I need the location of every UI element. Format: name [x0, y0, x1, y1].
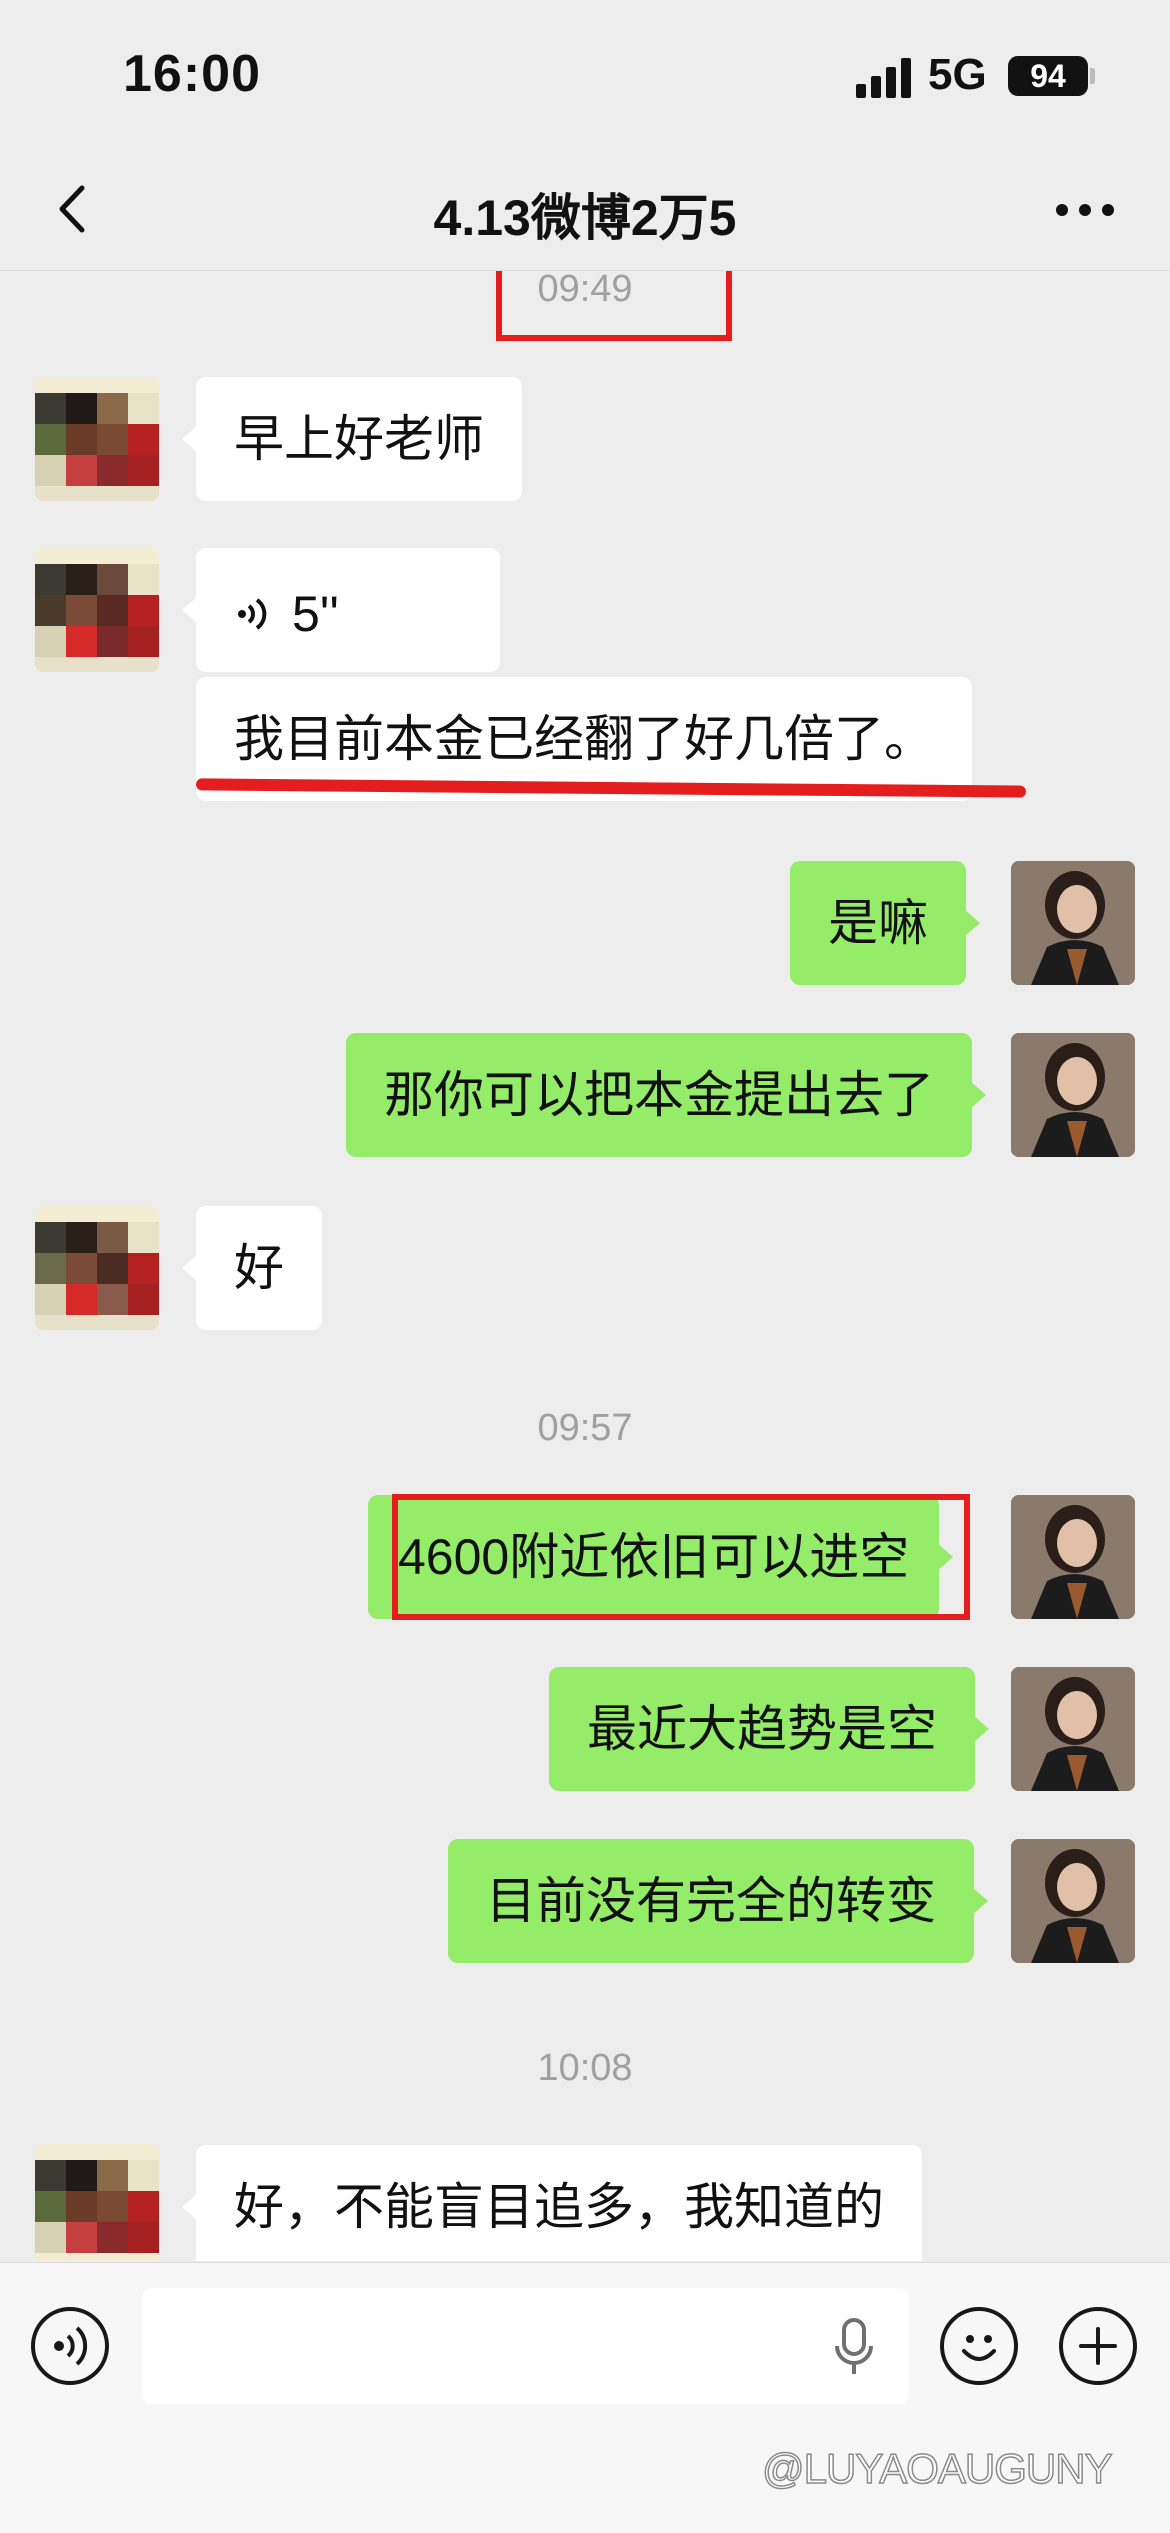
plus-icon [1079, 2327, 1117, 2365]
signal-strength-icon [856, 58, 912, 98]
emoji-icon [962, 2335, 996, 2361]
annotation-box [496, 271, 732, 341]
chat-title: 4.13微博2万5 [433, 190, 737, 246]
message-bubble[interactable]: 目前没有完全的转变 [448, 1839, 988, 1963]
message-bubble[interactable]: 最近大趋势是空 [549, 1667, 989, 1791]
status-time: 16:00 [123, 45, 261, 103]
voice-duration: 5'' [292, 585, 339, 642]
timestamp: 10:08 [537, 2047, 633, 2089]
back-button[interactable] [40, 174, 110, 244]
annotation-box [392, 1494, 970, 1620]
message-bubble[interactable]: 好 [182, 1206, 322, 1330]
voice-mode-button[interactable] [31, 2307, 109, 2385]
self-avatar[interactable] [1011, 1033, 1135, 1157]
message-bubble[interactable]: 那你可以把本金提出去了 [346, 1033, 986, 1157]
message-bubble[interactable]: 早上好老师 [182, 377, 522, 501]
self-avatar[interactable] [1011, 1667, 1135, 1791]
timestamp: 09:57 [537, 1407, 633, 1449]
contact-avatar[interactable] [35, 2144, 159, 2261]
message-bubble[interactable]: 是嘛 [790, 861, 980, 985]
microphone-icon[interactable] [832, 2318, 876, 2376]
battery-icon: 94 [1008, 56, 1088, 96]
emoji-button[interactable] [940, 2307, 1018, 2385]
watermark: @LUYAOAUGUNY [761, 2444, 1113, 2493]
more-button[interactable] [1050, 190, 1120, 230]
self-avatar[interactable] [1011, 1495, 1135, 1619]
contact-avatar[interactable] [35, 548, 159, 672]
status-bar: 16:00 5G 94 [0, 0, 1170, 150]
self-avatar[interactable] [1011, 1839, 1135, 1963]
add-button[interactable] [1059, 2307, 1137, 2385]
battery-tip [1090, 68, 1095, 84]
message-list[interactable]: 09:49 早上好老师 5'' 我目前本金已经翻了好几倍了。 是嘛 那你可以把本… [0, 271, 1170, 2261]
more-dots-icon [1056, 204, 1114, 216]
message-bubble[interactable]: 好，不能盲目追多，我知道的 [182, 2145, 922, 2261]
network-type: 5G [928, 50, 987, 99]
self-avatar[interactable] [1011, 861, 1135, 985]
message-input[interactable] [142, 2288, 909, 2404]
chat-header: 4.13微博2万5 [0, 150, 1170, 271]
voice-mode-icon [54, 2326, 88, 2366]
voice-wave-icon [238, 598, 267, 630]
contact-avatar[interactable] [35, 1206, 159, 1330]
chevron-left-icon [59, 185, 85, 233]
voice-message-bubble[interactable]: 5'' [182, 548, 500, 672]
contact-avatar[interactable] [35, 377, 159, 501]
